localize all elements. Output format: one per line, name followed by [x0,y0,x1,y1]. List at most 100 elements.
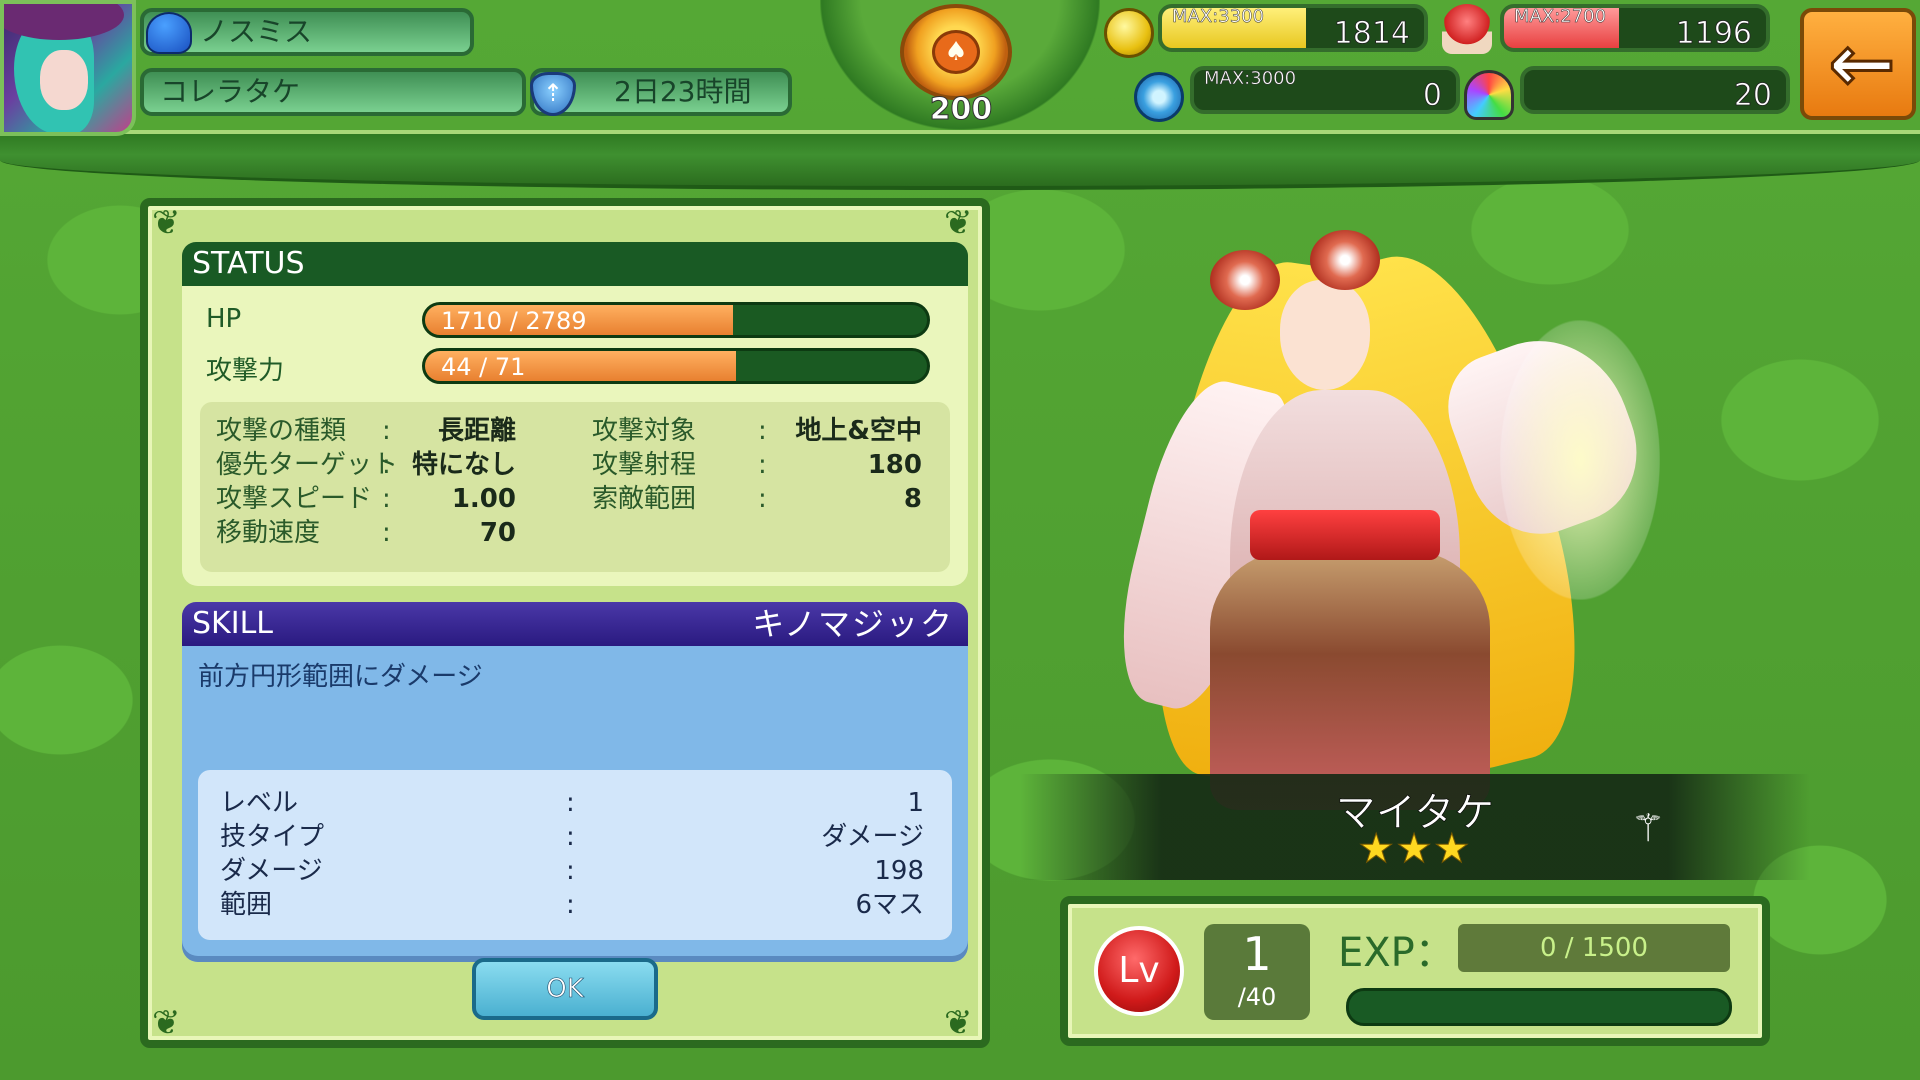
attack-label: 攻撃力 [206,356,285,386]
attr-colon: : [758,450,767,480]
flower-ornament [1210,250,1280,310]
gold-max: MAX:3300 [1172,6,1265,27]
weapon-icon: ⚚ [1630,806,1666,850]
attr-search-range: 索敵範囲 : 8 [592,482,922,516]
attr-attack-type: 攻撃の種類 : 長距離 [216,414,516,448]
level-max: /40 [1237,983,1277,1011]
spore-resource: MAX:2700 1196 [1500,4,1770,52]
crystal-value: 0 [1422,78,1443,113]
player-avatar[interactable] [0,0,136,136]
status-box: HP 1710 / 2789 攻撃力 44 / 71 攻撃の種類 : 長距離 優… [182,286,968,586]
attr-attack-range: 攻撃射程 : 180 [592,448,922,482]
attr-value: 70 [479,518,516,548]
emblem-badge[interactable]: ♠ [900,4,1012,100]
coin-icon [1104,8,1154,58]
skill-row: 技タイプ : ダメージ [198,820,952,854]
exp-bar [1346,988,1732,1026]
skill-colon: : [566,890,575,920]
attr-value: 180 [867,450,922,480]
flower-ornament [1310,230,1380,290]
attr-key: 移動速度 [216,518,321,548]
hp-row: HP 1710 / 2789 [182,300,968,340]
skill-details: レベル : 1 技タイプ : ダメージ ダメージ : 198 範囲 : 6マス [198,770,952,940]
attr-key: 索敵範囲 [592,484,697,514]
skill-value: 1 [907,788,924,818]
skill-name: キノマジック [752,605,954,643]
skill-colon: : [566,856,575,886]
attr-colon: : [758,416,767,446]
spore-max: MAX:2700 [1514,6,1607,27]
mushroom-emblem-icon: ♠ [932,30,980,74]
hp-label: HP [206,304,242,334]
skill-key: レベル [220,788,299,818]
skill-key: 範囲 [220,890,273,920]
gold-value: 1814 [1333,16,1410,51]
spore-value: 1196 [1675,16,1752,51]
corner-ornament: ❦ [944,1003,973,1043]
skill-header: SKILL キノマジック [182,602,968,646]
attr-key: 攻撃の種類 [216,416,347,446]
skill-value: ダメージ [821,822,924,852]
ok-button[interactable]: OK [472,958,658,1020]
exp-value: 0 / 1500 [1458,924,1730,972]
crystal-resource: MAX:3000 0 [1190,66,1460,114]
skill-key: ダメージ [220,856,323,886]
attr-colon: : [382,518,391,548]
rainbow-value: 20 [1733,78,1772,113]
skill-key: 技タイプ [220,822,325,852]
skill-colon: : [566,822,575,852]
level-number: 1 /40 [1204,924,1310,1020]
crystal-icon [1134,72,1184,122]
attr-colon: : [382,416,391,446]
attr-attack-speed: 攻撃スピード : 1.00 [216,482,516,516]
attack-row: 攻撃力 44 / 71 [182,346,968,386]
skill-value: 6マス [855,890,924,920]
character-obi [1250,510,1440,560]
attr-value: 地上&空中 [795,416,922,446]
magic-glow [1500,320,1660,600]
level-panel: Lv 1 /40 EXP： 0 / 1500 [1060,896,1770,1046]
level-badge: Lv [1094,926,1184,1016]
rainbow-resource: 20 [1520,66,1790,114]
back-button[interactable]: ← [1800,8,1916,120]
attr-key: 攻撃対象 [592,416,697,446]
corner-ornament: ❦ [152,203,181,243]
attr-colon: : [382,450,391,480]
character-face [1280,280,1370,390]
gold-resource: MAX:3300 1814 [1158,4,1428,52]
attr-priority-target: 優先ターゲット : 特になし [216,448,516,482]
vine-divider [0,130,1920,190]
skill-title: SKILL [192,606,273,641]
hp-value: 1710 / 2789 [441,307,587,335]
rarity-stars: ★★★ [1358,826,1472,873]
attr-key: 攻撃射程 [592,450,697,480]
attr-value: 特になし [411,450,516,480]
skill-row: 範囲 : 6マス [198,888,952,922]
skill-value: 198 [874,856,924,886]
crystal-max: MAX:3000 [1204,68,1297,89]
status-panel: ❦ ❦ ❦ ❦ STATUS HP 1710 / 2789 攻撃力 44 / 7… [140,198,990,1048]
attack-bar: 44 / 71 [422,348,930,384]
attr-colon: : [382,484,391,514]
attributes-box: 攻撃の種類 : 長距離 優先ターゲット : 特になし 攻撃スピード : 1.00… [200,402,950,572]
skill-box: 前方円形範囲にダメージ レベル : 1 技タイプ : ダメージ ダメージ : 1… [182,646,968,962]
emblem-value: 200 [929,92,993,128]
attr-key: 優先ターゲット [216,450,399,480]
corner-ornament: ❦ [944,203,973,243]
corner-ornament: ❦ [152,1003,181,1043]
attr-value: 8 [903,484,922,514]
character-name-band: マイタケ ★★★ ⚚ [1020,774,1810,880]
status-header: STATUS [182,242,968,286]
hp-bar: 1710 / 2789 [422,302,930,338]
back-arrow-icon: ← [1827,17,1897,110]
attr-move-speed: 移動速度 : 70 [216,516,516,550]
skill-row: レベル : 1 [198,786,952,820]
character-skirt [1210,550,1490,810]
attr-key: 攻撃スピード [216,484,373,514]
top-bar: ノスミス コレラタケ 2日23時間 ⇡ ♠ 200 MAX:3300 1814 … [0,0,1920,190]
exp-label: EXP： [1338,930,1455,976]
category-name: コレラタケ [140,68,526,116]
level-current: 1 [1242,927,1272,981]
mushroom-icon [146,12,192,54]
attr-value: 1.00 [451,484,516,514]
